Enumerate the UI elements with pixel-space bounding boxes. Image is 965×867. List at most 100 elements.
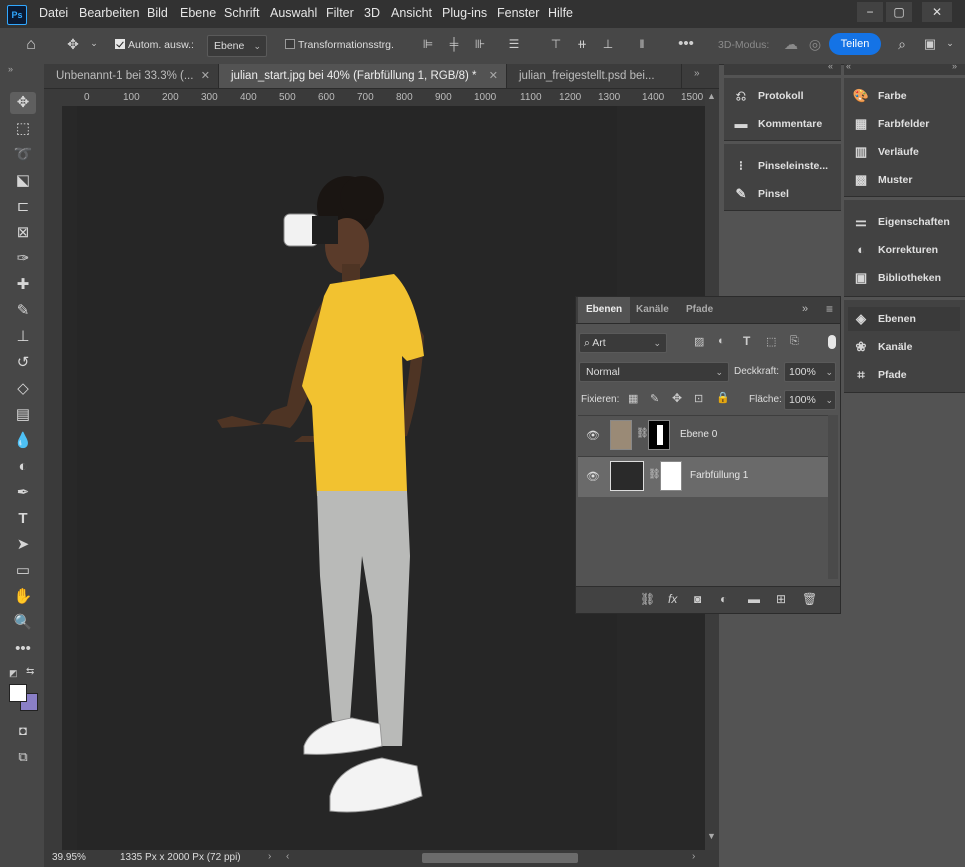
lock-transparent-icon[interactable]: ▦	[628, 392, 638, 405]
tabs-overflow-icon[interactable]: »	[694, 68, 700, 79]
pen-tool[interactable]: ✒	[10, 482, 36, 504]
filter-pixel-icon[interactable]: ▨	[694, 335, 704, 348]
photoshop-logo[interactable]: Ps	[7, 5, 27, 25]
tab-channels[interactable]: Kanäle	[628, 297, 677, 323]
dock-item-protokoll[interactable]: ⎌ Protokoll	[732, 84, 804, 108]
menu-plugins[interactable]: Plug-ins	[442, 6, 487, 20]
layer-row-farbfuellung-1[interactable]: 👁 ⛓ Farbfüllung 1	[578, 456, 828, 497]
lock-artboard-icon[interactable]: ⊡	[694, 392, 703, 405]
horizontal-scroll-thumb[interactable]	[422, 853, 578, 863]
default-colors-icon[interactable]: ◩	[9, 668, 18, 679]
edit-toolbar-icon[interactable]: •••	[10, 638, 36, 660]
expand-dock-icon[interactable]: «	[846, 61, 851, 71]
auto-select-checkbox[interactable]	[115, 39, 125, 49]
transform-controls-checkbox[interactable]	[285, 39, 295, 49]
tab-untitled[interactable]: Unbenannt-1 bei 33.3% (... ✕	[44, 64, 219, 88]
layer-mask-thumbnail[interactable]	[660, 461, 682, 491]
link-icon[interactable]: ⛓	[648, 469, 661, 480]
quick-mask-icon[interactable]: ◘	[10, 720, 36, 742]
menu-type[interactable]: Schrift	[224, 6, 259, 20]
align-top-icon[interactable]: ⊤	[548, 37, 564, 51]
opacity-input[interactable]: 100% ⌄	[784, 362, 836, 382]
dock-item-bibliotheken[interactable]: ▣ Bibliotheken	[852, 266, 941, 290]
eraser-tool[interactable]: ◇	[10, 378, 36, 400]
frame-tool[interactable]: ⊠	[10, 222, 36, 244]
link-icon[interactable]: ⛓	[636, 428, 649, 439]
distribute-horizontal-icon[interactable]: ‖	[634, 37, 650, 51]
share-button[interactable]: Teilen	[829, 33, 881, 55]
link-layers-icon[interactable]: ⛓	[640, 592, 655, 606]
fx-icon[interactable]: fx	[668, 592, 677, 606]
more-options-icon[interactable]: •••	[676, 35, 696, 52]
dock-item-farbfelder[interactable]: ▦ Farbfelder	[852, 112, 930, 136]
menu-layer[interactable]: Ebene	[180, 6, 216, 20]
lock-all-icon[interactable]: 🔒	[716, 391, 730, 404]
zoom-level[interactable]: 39.95%	[52, 852, 86, 863]
align-middle-vertical-icon[interactable]: ⧺	[574, 37, 590, 51]
blend-mode-select[interactable]: Normal ⌄	[579, 362, 729, 382]
move-tool[interactable]: ✥	[10, 92, 36, 114]
dock-item-pinsel[interactable]: ✎ Pinsel	[732, 182, 789, 206]
dock-item-ebenen[interactable]: ◈ Ebenen	[848, 307, 960, 331]
close-window-button[interactable]: ✕	[922, 2, 952, 22]
zoom-tool[interactable]: 🔍	[10, 612, 36, 634]
vertical-ruler[interactable]	[44, 106, 63, 851]
lock-position-icon[interactable]: ✥	[672, 391, 682, 405]
workspace-icon[interactable]: ▣	[921, 36, 939, 52]
new-layer-icon[interactable]: ⊞	[776, 592, 786, 606]
scroll-down-icon[interactable]: ▼	[707, 831, 716, 841]
collapse-toolbar-icon[interactable]: »	[8, 64, 13, 74]
menu-file[interactable]: Datei	[39, 6, 68, 20]
align-left-icon[interactable]: ⊫	[420, 37, 436, 51]
horizontal-ruler[interactable]: 0 100 200 300 400 500 600 700 800 900 10…	[62, 89, 705, 107]
minimize-button[interactable]: −	[857, 2, 883, 22]
object-select-tool[interactable]: ⬕	[10, 170, 36, 192]
collapse-dock-icon[interactable]: «	[828, 61, 833, 71]
lock-pixels-icon[interactable]: ✎	[650, 392, 659, 405]
align-bottom-icon[interactable]: ⊥	[600, 37, 616, 51]
close-icon[interactable]: ✕	[201, 64, 210, 88]
dock-item-pfade[interactable]: ⌗ Pfade	[852, 363, 906, 387]
layer-row-ebene-0[interactable]: 👁 ⛓ Ebene 0	[578, 415, 828, 456]
type-tool[interactable]: T	[10, 508, 36, 530]
filter-type-icon[interactable]: T	[743, 334, 750, 348]
history-brush-tool[interactable]: ↺	[10, 352, 36, 374]
dock-item-verlaeufe[interactable]: ▥ Verläufe	[852, 140, 919, 164]
tab-julian-freigestellt[interactable]: julian_freigestellt.psd bei...	[507, 64, 682, 88]
menu-help[interactable]: Hilfe	[548, 6, 573, 20]
distribute-vertical-icon[interactable]: ☰	[506, 37, 522, 51]
new-adjustment-icon[interactable]: ◐	[720, 592, 727, 606]
tab-layers[interactable]: Ebenen	[578, 297, 631, 323]
add-mask-icon[interactable]: ◙	[694, 592, 701, 606]
layer-mask-thumbnail[interactable]	[648, 420, 670, 450]
menu-view[interactable]: Ansicht	[391, 6, 432, 20]
marquee-tool[interactable]: ⬚	[10, 118, 36, 140]
close-icon[interactable]: ✕	[489, 64, 498, 88]
path-select-tool[interactable]: ➤	[10, 534, 36, 556]
fill-input[interactable]: 100% ⌄	[784, 390, 836, 410]
dock-item-farbe[interactable]: 🎨 Farbe	[852, 84, 907, 108]
dock-item-muster[interactable]: ▩ Muster	[852, 168, 913, 192]
filter-adjustment-icon[interactable]: ◐	[718, 335, 725, 347]
trash-icon[interactable]: 🗑	[802, 592, 817, 606]
chevron-down-icon[interactable]: ⌄	[88, 38, 100, 49]
layer-name[interactable]: Ebene 0	[680, 429, 717, 440]
dock-item-pinseleinstellungen[interactable]: ⁝ Pinseleinste...	[732, 154, 828, 178]
visibility-eye-icon[interactable]: 👁	[586, 430, 600, 442]
collapse-dock-icon[interactable]: »	[952, 61, 957, 71]
gradient-tool[interactable]: ▤	[10, 404, 36, 426]
clone-stamp-tool[interactable]: ⊥	[10, 326, 36, 348]
layer-name[interactable]: Farbfüllung 1	[690, 470, 748, 481]
lasso-tool[interactable]: ➰	[10, 144, 36, 166]
filter-shape-icon[interactable]: ⬚	[766, 335, 776, 348]
dock-item-kommentare[interactable]: ▬ Kommentare	[732, 112, 823, 136]
menu-filter[interactable]: Filter	[326, 6, 354, 20]
panel-collapse-icon[interactable]: »	[802, 303, 808, 315]
align-right-icon[interactable]: ⊪	[472, 37, 488, 51]
dock-item-kanaele[interactable]: ❀ Kanäle	[852, 335, 913, 359]
search-icon[interactable]: ⌕	[893, 36, 911, 53]
document-info[interactable]: 1335 Px x 2000 Px (72 ppi)	[120, 852, 241, 863]
dock-item-eigenschaften[interactable]: ⚌ Eigenschaften	[852, 210, 950, 234]
layers-scrollbar[interactable]	[828, 415, 838, 579]
tab-julian-start[interactable]: julian_start.jpg bei 40% (Farbfüllung 1,…	[219, 64, 507, 88]
